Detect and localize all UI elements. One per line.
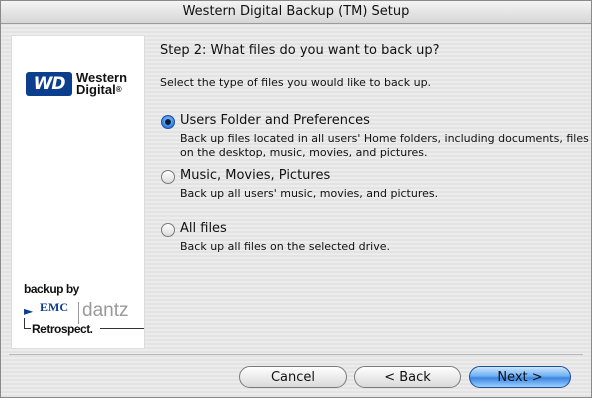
logo-bracket [24,318,31,329]
wd-registered-mark: ® [115,85,122,94]
radio-all-files[interactable] [161,223,175,237]
radio-selected-dot [165,119,171,125]
next-button[interactable]: Next > [469,366,571,388]
radio-users-folder[interactable] [161,115,175,129]
option-label[interactable]: Music, Movies, Pictures [180,168,330,183]
retrospect-logo: backup by ► EMC dantz Retrospect. [24,282,144,346]
logo-underline [100,328,144,329]
wd-wordmark-line2-text: Digital [76,82,116,97]
dantz-text: dantz [82,300,129,321]
retrospect-text: Retrospect. [32,322,93,336]
emc-text: EMC [40,300,68,314]
sidebar-panel: WD Western Digital® backup by ► EMC dant… [11,35,145,349]
step-title: Step 2: What files do you want to back u… [160,43,440,58]
option-description: Back up all users' music, movies, and pi… [180,187,439,200]
option-label[interactable]: All files [180,221,227,236]
backup-by-text: backup by [24,282,79,296]
window-title: Western Digital Backup (TM) Setup [1,1,591,24]
radio-music-movies-pictures[interactable] [161,170,175,184]
option-description: Back up files located in all users' Home… [180,132,589,159]
arrow-icon: ► [24,304,34,318]
wd-wordmark-line2: Digital® [76,82,127,97]
wd-wordmark: Western Digital® [76,71,127,97]
footer-divider [9,354,583,355]
cancel-button[interactable]: Cancel [239,366,347,388]
wd-badge: WD [26,72,72,96]
western-digital-logo: WD Western Digital® [26,71,144,97]
option-label[interactable]: Users Folder and Preferences [180,113,370,128]
back-button[interactable]: < Back [354,366,461,388]
instruction-text: Select the type of files you would like … [160,76,432,89]
setup-window: Western Digital Backup (TM) Setup WD Wes… [0,0,592,398]
option-description: Back up all files on the selected drive. [180,240,390,253]
logo-divider [78,302,79,324]
